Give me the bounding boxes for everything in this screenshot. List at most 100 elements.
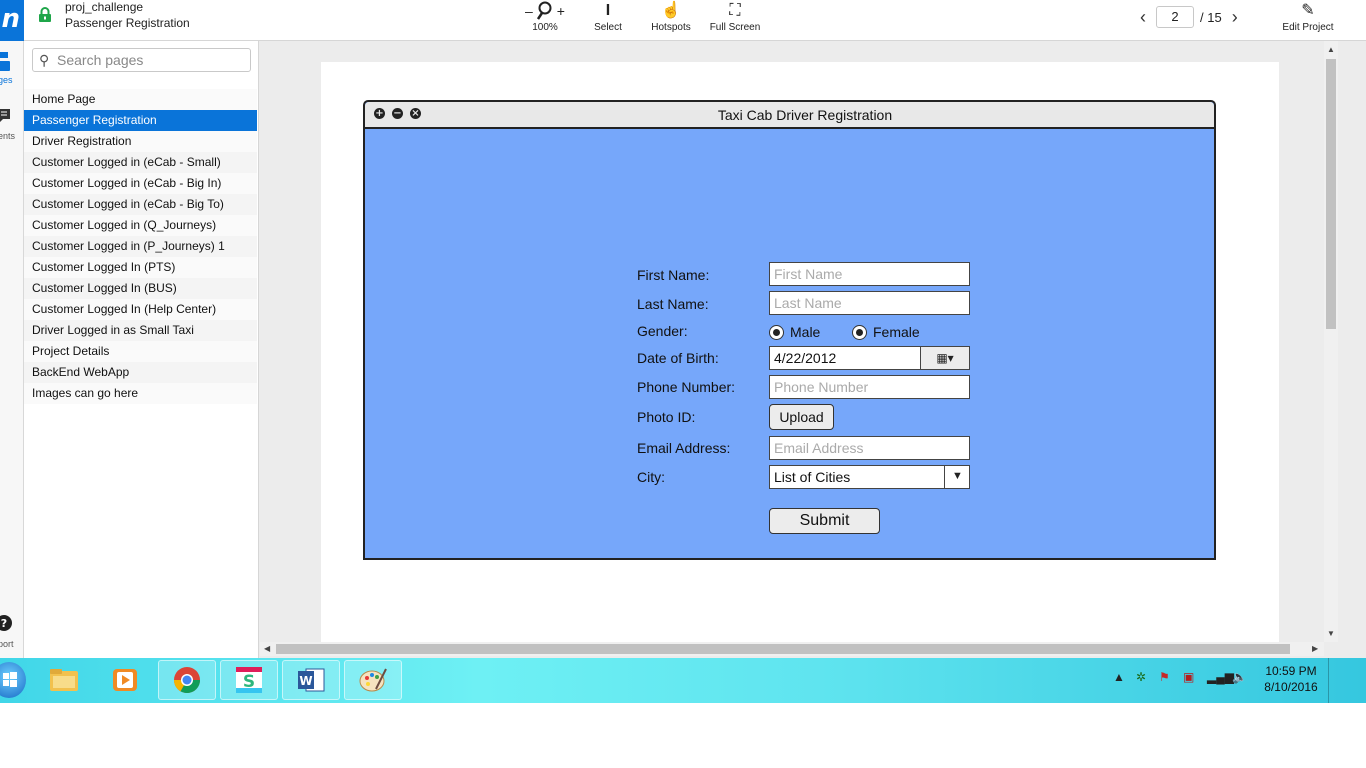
dob-label: Date of Birth: (637, 350, 719, 366)
email-field[interactable]: Email Address (769, 436, 970, 460)
system-clock[interactable]: 10:59 PM 8/10/2016 (1256, 663, 1326, 695)
folder-icon (50, 669, 78, 691)
left-rail: ges ents ? port (0, 41, 24, 658)
page-list: Home Page Passenger Registration Driver Re… (24, 89, 257, 404)
city-value: List of Cities (774, 469, 851, 485)
page-list-item[interactable]: Customer Logged in (eCab - Big To) (24, 194, 257, 215)
prototype-viewer: n proj_challenge Passenger Registration … (0, 0, 1366, 658)
radio-icon (852, 324, 867, 340)
help-icon: ? (0, 615, 12, 631)
zoom-out-button[interactable]: – (525, 0, 533, 22)
page-list-item[interactable]: Project Details (24, 341, 257, 362)
page-list-item[interactable]: Images can go here (24, 383, 257, 404)
pencil-icon: ✎ (1301, 2, 1315, 19)
first-name-field[interactable]: First Name (769, 262, 970, 286)
taskbar-chrome[interactable] (158, 660, 216, 700)
taskbar-media-player[interactable] (96, 660, 154, 700)
start-button[interactable] (0, 662, 26, 698)
pages-icon (0, 52, 10, 71)
pages-rail-label: ges (0, 75, 13, 85)
lock-icon (39, 7, 51, 22)
dob-value: 4/22/2012 (774, 350, 837, 366)
comments-rail-button[interactable]: ents (0, 105, 23, 141)
clock-date: 8/10/2016 (1264, 680, 1318, 694)
dropbox-icon[interactable]: ✲ (1136, 670, 1146, 684)
security-tray-icon[interactable]: ▣ (1183, 670, 1194, 684)
page-list-item[interactable]: BackEnd WebApp (24, 362, 257, 383)
horizontal-scrollbar[interactable]: ◀ ▶ (260, 642, 1324, 656)
select-tool-button[interactable]: I Select (585, 0, 631, 41)
show-desktop-button[interactable] (1328, 658, 1338, 703)
hotspots-tool-button[interactable]: ☝ Hotspots (646, 0, 696, 41)
submit-button[interactable]: Submit (769, 508, 880, 534)
gender-female-radio[interactable]: Female (852, 324, 920, 340)
city-label: City: (637, 469, 665, 485)
fullscreen-button[interactable]: ⛶ Full Screen (706, 0, 764, 41)
network-signal-icon[interactable]: ▂▄▆ (1207, 670, 1234, 684)
clock-time: 10:59 PM (1265, 664, 1317, 678)
next-page-icon[interactable]: › (1228, 7, 1242, 28)
scroll-up-icon[interactable]: ▲ (1327, 45, 1335, 54)
support-rail-button[interactable]: ? port (0, 611, 23, 651)
calendar-icon: ▦▾ (936, 351, 954, 365)
photo-id-label: Photo ID: (637, 409, 696, 425)
page-list-item[interactable]: Customer Logged In (BUS) (24, 278, 257, 299)
top-toolbar: n proj_challenge Passenger Registration … (0, 0, 1366, 41)
calendar-dropdown-button[interactable]: ▦▾ (920, 346, 970, 370)
zoom-in-button[interactable]: + (557, 0, 565, 22)
prev-page-icon[interactable]: ‹ (1136, 7, 1150, 28)
page-list-item[interactable]: Home Page (24, 89, 257, 110)
scroll-down-icon[interactable]: ▼ (1327, 629, 1335, 638)
zoom-level: 100% (532, 22, 558, 33)
page-list-item[interactable]: Customer Logged in (eCab - Small) (24, 152, 257, 173)
scroll-left-icon[interactable]: ◀ (264, 644, 270, 653)
media-player-icon (113, 669, 137, 691)
page-list-item[interactable]: Customer Logged in (P_Journeys) 1 (24, 236, 257, 257)
chrome-icon (173, 667, 201, 694)
scroll-right-icon[interactable]: ▶ (1312, 644, 1318, 653)
show-hidden-icons[interactable]: ▲ (1113, 670, 1125, 684)
paint-palette-icon (359, 668, 387, 692)
action-center-flag-icon[interactable]: ⚑ (1159, 670, 1170, 684)
vertical-scroll-thumb[interactable] (1326, 59, 1336, 329)
page-list-item[interactable]: Passenger Registration (24, 110, 257, 131)
current-page-name: Passenger Registration (65, 16, 190, 30)
gender-male-radio[interactable]: Male (769, 324, 820, 340)
volume-icon[interactable]: 🔈 (1232, 670, 1247, 684)
pages-rail-button[interactable]: ges (0, 47, 23, 87)
page-list-item[interactable]: Customer Logged in (Q_Journeys) (24, 215, 257, 236)
page-list-item[interactable]: Customer Logged In (Help Center) (24, 299, 257, 320)
taskbar-explorer[interactable] (36, 660, 94, 700)
page-list-item[interactable]: Driver Registration (24, 131, 257, 152)
page-list-item[interactable]: Customer Logged In (PTS) (24, 257, 257, 278)
page-pager: ‹ 2 / 15 › (1136, 6, 1242, 28)
page-list-item[interactable]: Driver Logged in as Small Taxi (24, 320, 257, 341)
edit-project-button[interactable]: ✎ Edit Project (1276, 0, 1340, 41)
page-number-input[interactable]: 2 (1156, 6, 1194, 28)
phone-field[interactable]: Phone Number (769, 375, 970, 399)
upload-button[interactable]: Upload (769, 404, 834, 430)
support-rail-label: port (0, 639, 14, 649)
gender-label: Gender: (637, 323, 688, 339)
svg-text:W: W (299, 674, 312, 688)
dob-field[interactable]: 4/22/2012 ▦▾ (769, 346, 970, 370)
app-logo[interactable]: n (0, 0, 24, 41)
radio-icon (769, 324, 784, 340)
search-pages-input[interactable] (57, 52, 247, 68)
page-list-item[interactable]: Customer Logged in (eCab - Big In) (24, 173, 257, 194)
chevron-down-icon[interactable]: ▼ (944, 465, 970, 489)
pages-panel: ⚲ Home PagePassenger RegistrationDriver … (24, 41, 259, 658)
last-name-field[interactable]: Last Name (769, 291, 970, 315)
project-name: proj_challenge (65, 0, 144, 14)
vertical-scrollbar[interactable]: ▲ ▼ (1324, 41, 1338, 642)
taskbar-slack[interactable]: S (220, 660, 278, 700)
comment-icon (0, 109, 10, 122)
taskbar-word[interactable]: W (282, 660, 340, 700)
text-cursor-icon: I (605, 2, 611, 19)
mockup-window: + − × Taxi Cab Driver Registration First… (363, 100, 1216, 560)
city-select[interactable]: List of Cities ▼ (769, 465, 970, 489)
horizontal-scroll-thumb[interactable] (276, 644, 1290, 654)
mockup-title-bar: + − × Taxi Cab Driver Registration (365, 102, 1214, 129)
phone-label: Phone Number: (637, 379, 736, 395)
taskbar-paint[interactable] (344, 660, 402, 700)
